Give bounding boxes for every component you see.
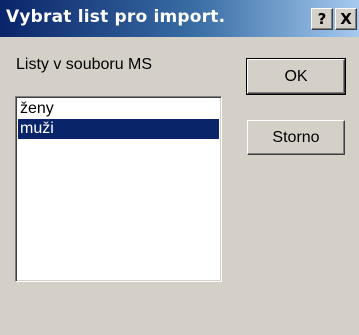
ok-button[interactable]: OK <box>246 58 346 95</box>
cancel-button[interactable]: Storno <box>247 120 345 155</box>
title-bar[interactable]: Vybrat list pro import. ? X <box>0 0 359 37</box>
sheet-list-label: Listy v souboru MS <box>16 56 153 73</box>
close-icon: X <box>340 10 352 28</box>
dialog-title: Vybrat list pro import. <box>6 7 226 27</box>
help-button[interactable]: ? <box>311 8 333 30</box>
list-item-muzi[interactable]: muži <box>18 119 219 139</box>
list-item-zeny[interactable]: ženy <box>18 99 219 119</box>
close-button[interactable]: X <box>335 8 357 30</box>
sheet-listbox[interactable]: ženy muži <box>15 96 222 282</box>
question-mark-icon: ? <box>317 10 327 28</box>
import-sheet-dialog: Vybrat list pro import. ? X Listy v soub… <box>0 0 359 335</box>
